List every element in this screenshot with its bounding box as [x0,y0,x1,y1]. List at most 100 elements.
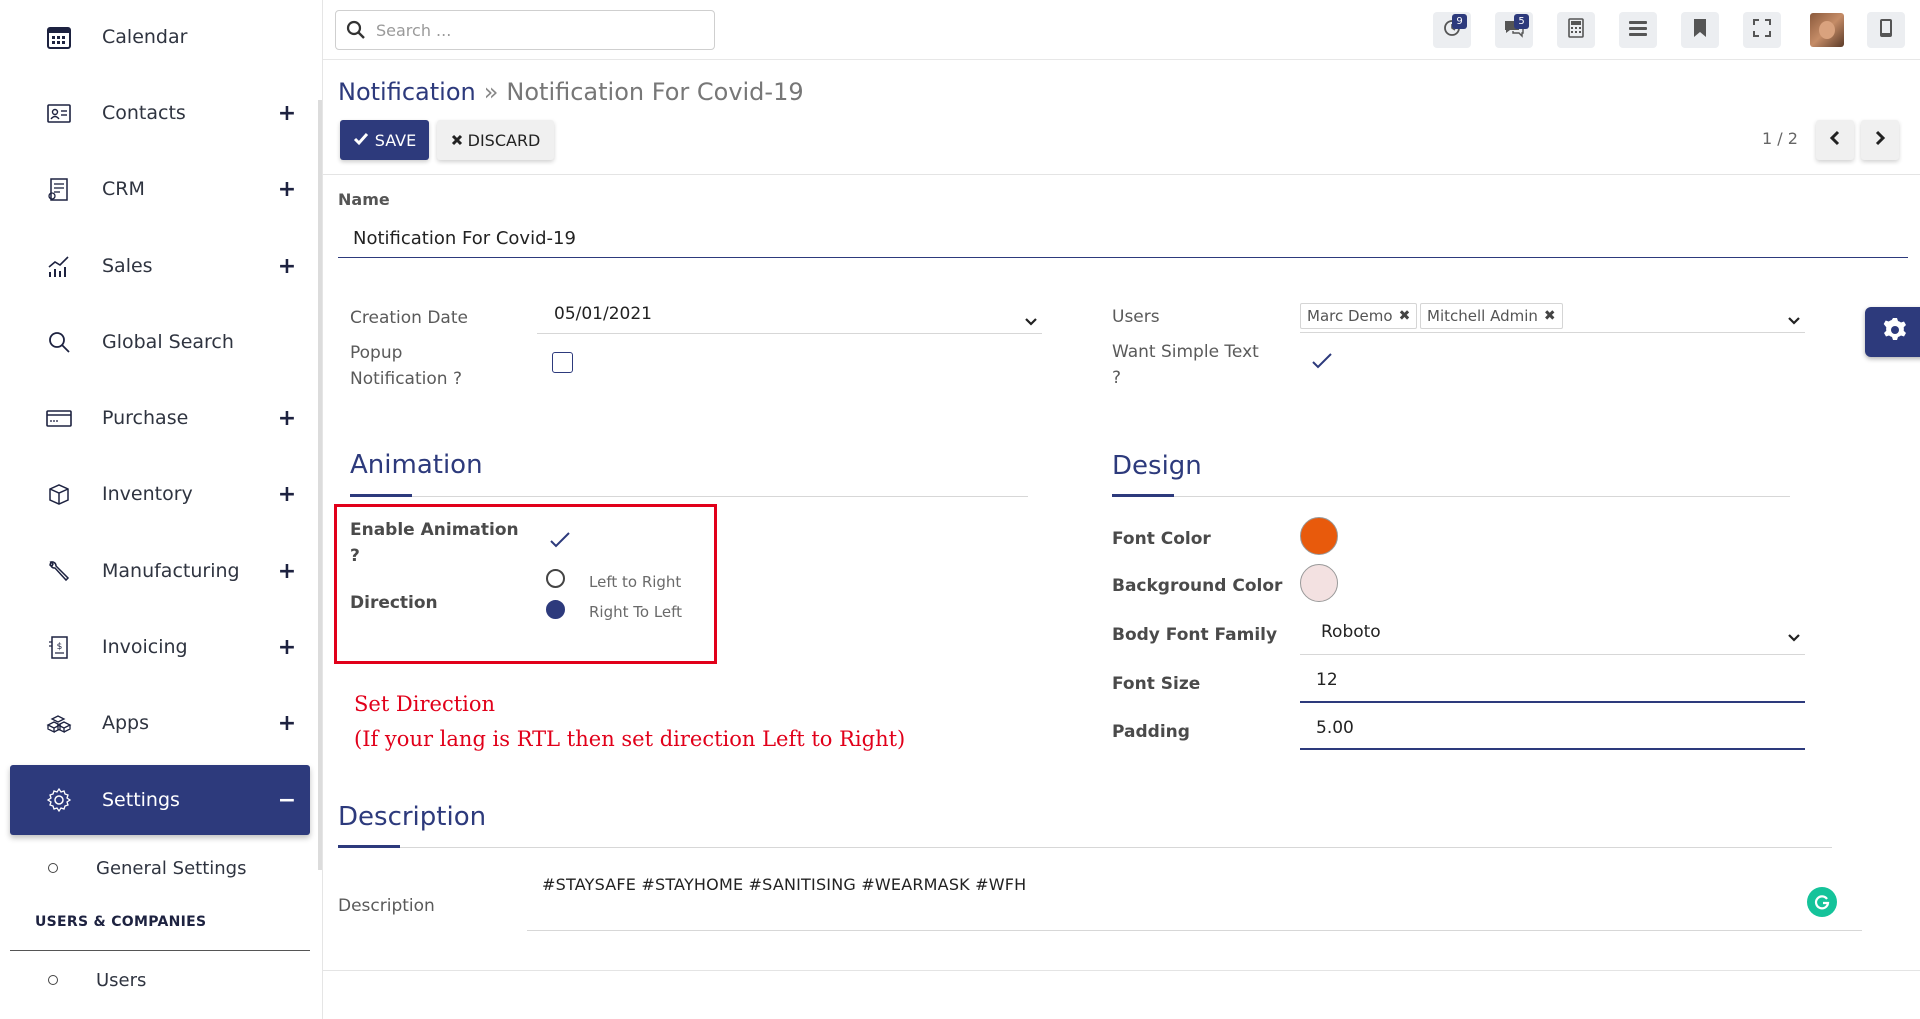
description-section-underline [338,845,400,848]
messages-button[interactable]: 5 [1495,12,1533,48]
padding-input[interactable]: 5.00 [1316,718,1354,738]
radio-right-to-left[interactable] [546,600,565,619]
calculator-icon [1567,18,1585,42]
description-label: Description [338,896,435,916]
popup-notification-label-line2: Notification ? [350,369,462,389]
next-record-button[interactable] [1861,120,1899,160]
enable-animation-label-line2: ? [350,546,360,566]
design-section-title: Design [1112,451,1202,481]
radio-left-to-right[interactable] [546,569,565,588]
padding-label: Padding [1112,722,1190,742]
simple-text-label-line2: ? [1112,368,1122,388]
sidebar-item-calendar[interactable]: Calendar [10,2,310,72]
sidebar-item-label: Manufacturing [102,560,240,582]
hamburger-icon [1628,19,1648,41]
sidebar-item-label: Inventory [102,483,193,505]
sidebar: Calendar Contacts + CRM + Sales + Global… [0,0,323,1019]
sidebar-item-global-search[interactable]: Global Search [10,307,310,377]
collapse-icon[interactable]: − [272,788,302,813]
sidebar-item-crm[interactable]: CRM + [10,154,310,224]
sidebar-subitem-users[interactable]: Users [10,960,310,1000]
tablet-button[interactable] [1867,12,1905,48]
user-tag[interactable]: Mitchell Admin ✖ [1420,303,1563,329]
font-size-underline [1300,701,1805,703]
font-size-input[interactable]: 12 [1316,670,1338,690]
chevron-down-icon[interactable] [1024,312,1038,331]
enable-animation-checkmark-icon[interactable] [549,531,571,553]
background-color-swatch[interactable] [1300,564,1338,602]
body-font-family-value[interactable]: Roboto [1321,622,1381,642]
creation-date-value[interactable]: 05/01/2021 [554,304,652,324]
breadcrumb-parent-link[interactable]: Notification [338,78,476,106]
name-input[interactable]: Notification For Covid-19 [338,222,1908,258]
save-button[interactable]: SAVE [340,120,429,160]
animation-section-title: Animation [350,450,483,480]
body-font-family-label: Body Font Family [1112,625,1278,645]
remove-tag-icon[interactable]: ✖ [1399,308,1411,324]
sidebar-scrollbar[interactable] [318,100,322,870]
popup-notification-checkbox[interactable] [552,352,573,373]
sidebar-item-contacts[interactable]: Contacts + [10,78,310,148]
expand-icon[interactable]: + [272,559,302,584]
sidebar-item-settings[interactable]: Settings − [10,765,310,835]
expand-icon[interactable]: + [272,101,302,126]
expand-icon[interactable]: + [272,482,302,507]
customize-gear-button[interactable] [1865,307,1920,357]
gear-icon [44,785,74,815]
sidebar-section-heading: USERS & COMPANIES [35,914,207,930]
chevron-down-icon[interactable] [1787,628,1801,647]
expand-icon[interactable]: + [272,177,302,202]
user-avatar[interactable] [1810,13,1844,47]
pager-value: 1 / 2 [1762,129,1798,148]
tablet-icon [1878,18,1894,42]
previous-record-button[interactable] [1816,120,1854,160]
popup-notification-label-line1: Popup [350,343,403,363]
name-label: Name [338,190,390,209]
calculator-button[interactable] [1557,12,1595,48]
font-color-label: Font Color [1112,529,1211,549]
calendar-icon [44,22,74,52]
sidebar-item-sales[interactable]: Sales + [10,231,310,301]
activity-button[interactable]: 9 [1433,12,1471,48]
circle-bullet-icon [48,863,58,873]
description-textarea[interactable]: #STAYSAFE #STAYHOME #SANITISING #WEARMAS… [542,875,1026,894]
grammarly-icon[interactable] [1807,887,1837,917]
sidebar-subitem-general-settings[interactable]: General Settings [10,848,310,888]
search-box[interactable] [335,10,715,50]
expand-icon[interactable]: + [272,635,302,660]
discard-button[interactable]: DISCARD [437,120,554,160]
chevron-right-icon [1874,130,1886,150]
sidebar-item-label: Calendar [102,26,188,48]
remove-tag-icon[interactable]: ✖ [1544,308,1556,324]
sidebar-item-invoicing[interactable]: $ Invoicing + [10,612,310,682]
expand-icon[interactable]: + [272,406,302,431]
sidebar-item-label: Purchase [102,407,189,429]
expand-icon[interactable]: + [272,254,302,279]
user-tag-label: Marc Demo [1307,307,1393,325]
direction-label: Direction [350,593,438,613]
simple-text-label-line1: Want Simple Text [1112,342,1259,362]
breadcrumb-current: Notification For Covid-19 [506,78,804,106]
search-input[interactable] [376,20,696,40]
padding-underline [1300,748,1805,750]
user-tag[interactable]: Marc Demo ✖ [1300,303,1418,329]
sidebar-item-label: Global Search [102,331,234,353]
creation-date-label: Creation Date [350,308,468,328]
chevron-down-icon[interactable] [1787,311,1801,330]
menu-button[interactable] [1619,12,1657,48]
invoice-icon: $ [44,632,74,662]
simple-text-checkmark-icon[interactable] [1311,352,1333,374]
font-color-swatch[interactable] [1300,517,1338,555]
design-section-divider [1112,496,1790,497]
users-label: Users [1112,307,1160,327]
creation-date-underline [537,333,1042,334]
sidebar-item-manufacturing[interactable]: Manufacturing + [10,536,310,606]
messages-badge: 5 [1514,14,1529,29]
sidebar-item-purchase[interactable]: Purchase + [10,383,310,453]
expand-icon[interactable]: + [272,711,302,736]
sidebar-item-inventory[interactable]: Inventory + [10,459,310,529]
fullscreen-button[interactable] [1743,12,1781,48]
sidebar-item-apps[interactable]: Apps + [10,688,310,758]
bookmark-button[interactable] [1681,12,1719,48]
chevron-left-icon [1829,130,1841,150]
